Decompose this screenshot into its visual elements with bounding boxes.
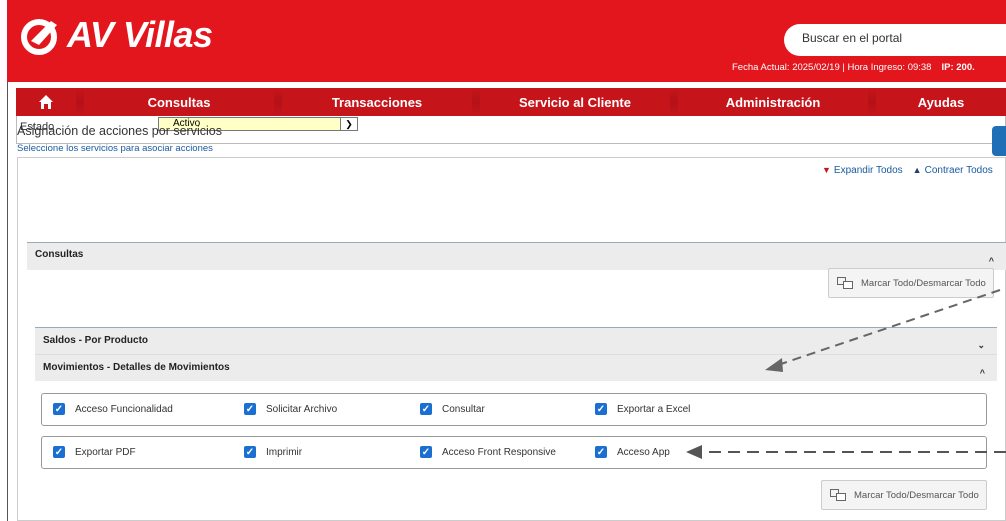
annotation-arrows xyxy=(686,289,1006,459)
arrowhead-2 xyxy=(686,445,702,459)
arrowhead-1 xyxy=(765,358,783,372)
arrow-line-1 xyxy=(774,289,1001,367)
